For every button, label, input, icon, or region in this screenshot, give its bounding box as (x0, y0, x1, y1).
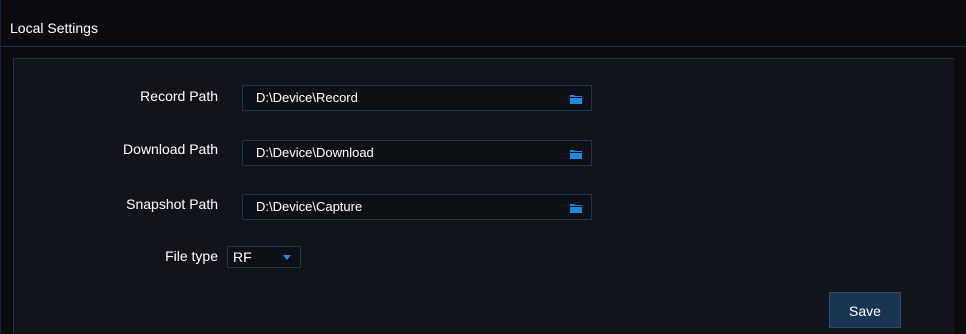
snapshot-path-value: D:\Device\Capture (256, 199, 363, 214)
settings-panel: Record Path D:\Device\Record Download Pa… (13, 58, 954, 334)
settings-window: Local Settings Record Path D:\Device\Rec… (0, 0, 966, 334)
save-button[interactable]: Save (829, 292, 901, 328)
folder-icon[interactable] (570, 94, 582, 104)
folder-icon[interactable] (570, 203, 582, 213)
snapshot-path-field[interactable]: D:\Device\Capture (242, 194, 592, 220)
download-path-value: D:\Device\Download (256, 145, 374, 160)
chevron-down-icon (283, 255, 291, 260)
record-path-value: D:\Device\Record (256, 90, 358, 105)
file-type-label: File type (165, 248, 218, 264)
download-path-label: Download Path (123, 141, 218, 157)
page-title: Local Settings (10, 20, 98, 36)
record-path-field[interactable]: D:\Device\Record (242, 85, 592, 111)
settings-header: Local Settings (1, 0, 966, 47)
file-type-value: RF (233, 249, 252, 265)
folder-icon[interactable] (570, 149, 582, 159)
panel-edge (954, 47, 966, 334)
file-type-select[interactable]: RF (227, 246, 301, 268)
download-path-field[interactable]: D:\Device\Download (242, 140, 592, 166)
record-path-label: Record Path (140, 88, 218, 104)
snapshot-path-label: Snapshot Path (126, 196, 218, 212)
